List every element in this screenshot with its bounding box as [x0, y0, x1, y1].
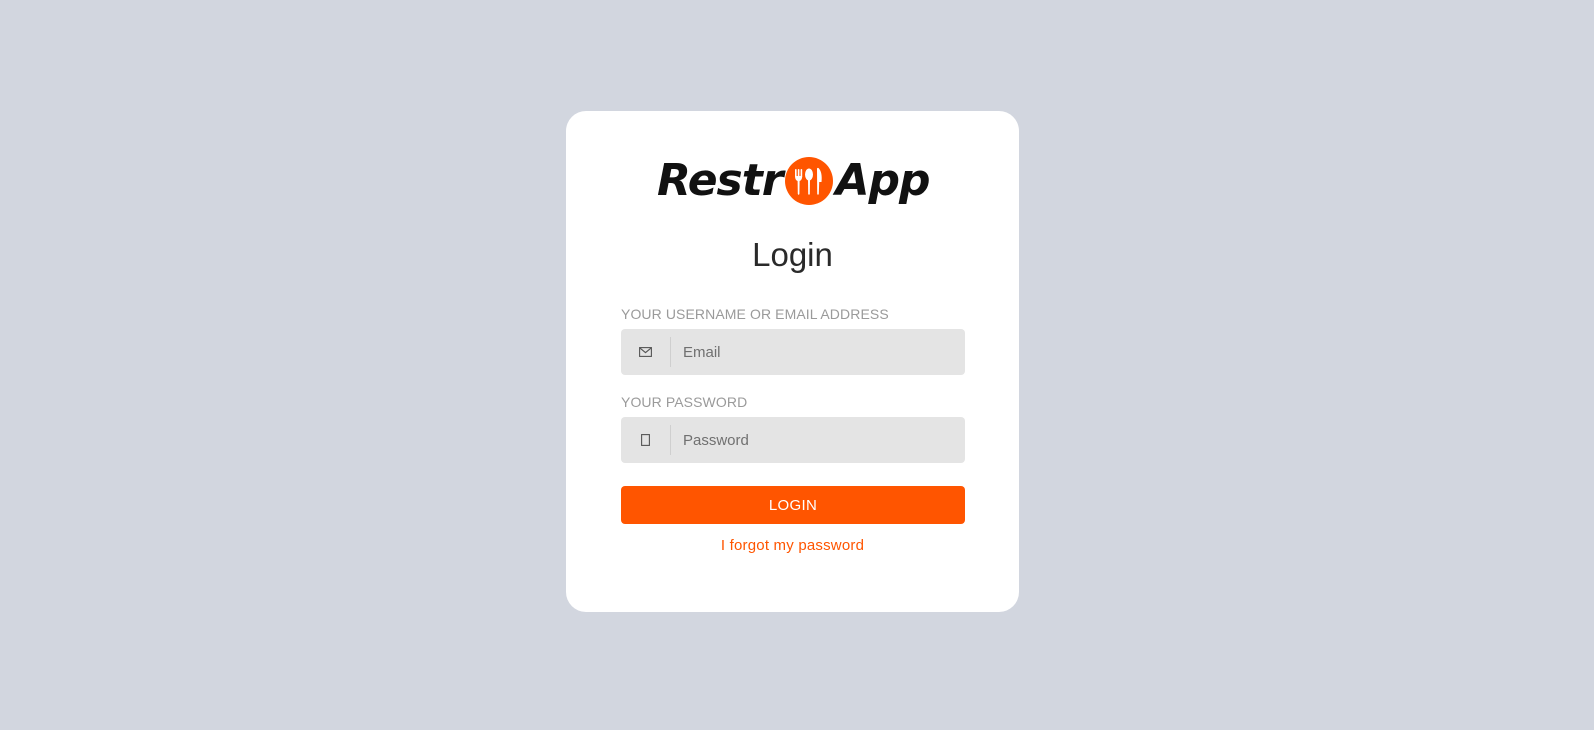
lock-icon	[641, 434, 650, 446]
username-label: YOUR USERNAME OR EMAIL ADDRESS	[621, 306, 889, 322]
login-card: Restr App Login YOUR USERNAME OR EMAIL A…	[566, 111, 1019, 612]
password-input-group	[621, 417, 965, 463]
logo-text-restr: Restr	[657, 155, 783, 206]
email-input[interactable]	[671, 330, 965, 374]
email-input-group	[621, 329, 965, 375]
login-button[interactable]: LOGIN	[621, 486, 965, 524]
forgot-password-link[interactable]: I forgot my password	[566, 537, 1019, 554]
email-addon	[621, 337, 671, 367]
cutlery-badge-icon	[785, 157, 834, 205]
logo-text-app: App	[835, 155, 930, 206]
envelope-icon	[639, 347, 652, 357]
password-input[interactable]	[671, 418, 965, 462]
password-label: YOUR PASSWORD	[621, 394, 748, 410]
password-addon	[621, 425, 671, 455]
page-title: Login	[752, 236, 833, 273]
restroapp-logo: Restr App	[657, 152, 931, 210]
